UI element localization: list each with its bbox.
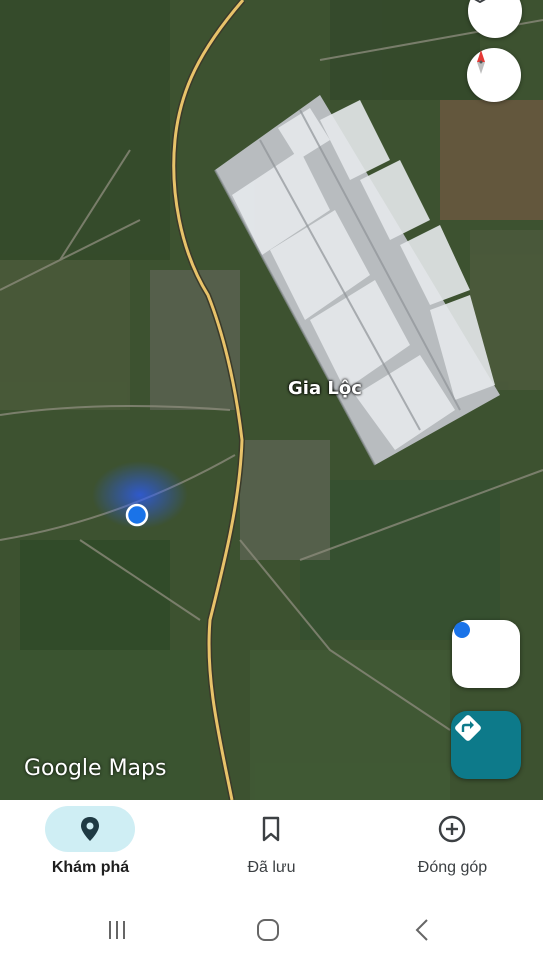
- satellite-map[interactable]: Gia Lộc Google Maps: [0, 0, 543, 800]
- bottom-navigation: Khám phá Đã lưu Đóng góp: [0, 800, 543, 900]
- my-location-button[interactable]: [452, 620, 520, 688]
- current-location-dot: [125, 503, 149, 527]
- tab-saved-label: Đã lưu: [247, 859, 296, 876]
- bookmark-icon: [262, 816, 280, 842]
- tab-explore-label: Khám phá: [51, 859, 130, 876]
- layers-icon: [474, 0, 486, 3]
- tab-explore-indicator: [45, 806, 135, 852]
- add-circle-icon: [438, 815, 466, 843]
- recent-apps-button[interactable]: [87, 912, 147, 948]
- home-icon: [257, 919, 279, 941]
- directions-button[interactable]: [451, 711, 521, 779]
- back-button[interactable]: [392, 912, 452, 948]
- my-location-icon: [454, 622, 470, 638]
- recent-apps-icon: [109, 921, 125, 939]
- explore-pin-icon: [81, 817, 99, 841]
- tab-contribute[interactable]: Đóng góp: [362, 800, 543, 900]
- directions-icon: [455, 715, 481, 741]
- map-attribution: Google Maps: [24, 756, 167, 781]
- tab-contribute-indicator: [407, 806, 497, 852]
- system-navigation-bar: [0, 900, 543, 960]
- back-icon: [415, 919, 428, 941]
- home-button[interactable]: [238, 912, 298, 948]
- tab-saved[interactable]: Đã lưu: [181, 800, 362, 900]
- tab-contribute-label: Đóng góp: [417, 859, 488, 876]
- tab-explore[interactable]: Khám phá: [0, 800, 181, 900]
- compass-icon: [477, 50, 485, 74]
- compass-button[interactable]: [467, 48, 521, 102]
- place-label[interactable]: Gia Lộc: [288, 378, 362, 399]
- tab-saved-indicator: [226, 806, 316, 852]
